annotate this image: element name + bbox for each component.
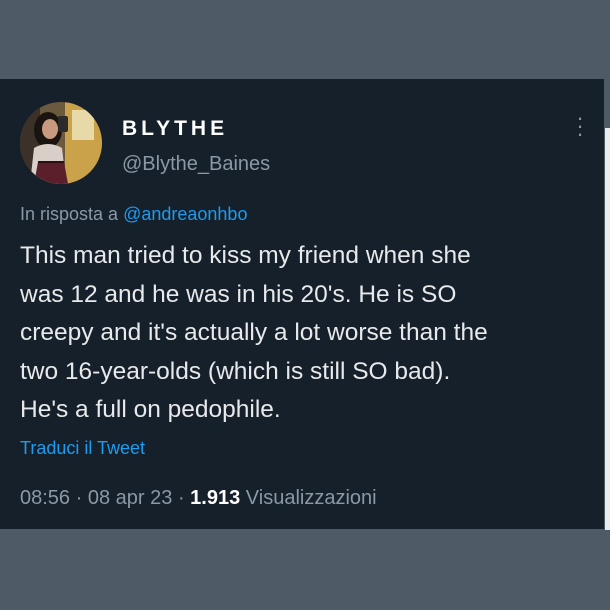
reply-mention-link[interactable]: @andreaonhbo [123, 204, 247, 224]
user-handle[interactable]: @Blythe_Baines [122, 151, 270, 177]
tweet-metadata: 08:56 · 08 apr 23 · 1.913 Visualizzazion… [20, 485, 377, 511]
translate-tweet-link[interactable]: Traduci il Tweet [20, 436, 145, 460]
views-label: Visualizzazioni [245, 487, 377, 509]
reply-context: In risposta a @andreaonhbo [20, 202, 247, 226]
tweet-date[interactable]: 08 apr 23 [88, 487, 173, 509]
tweet-time[interactable]: 08:56 [20, 487, 70, 509]
separator: · [177, 487, 185, 509]
tweet-text-line: two 16-year-olds (which is still SO bad)… [20, 357, 451, 385]
tweet-text-line: creepy and it's actually a lot worse tha… [20, 319, 488, 346]
avatar-image [20, 102, 102, 184]
separator: · [75, 487, 83, 509]
tweet-text-line: This man tried to kiss my friend when sh… [20, 242, 471, 269]
avatar[interactable] [20, 102, 102, 184]
tweet-text-line: was 12 and he was in his 20's. He is SO [20, 280, 457, 308]
display-name[interactable]: BLYTHE [122, 117, 228, 141]
scrollbar[interactable] [605, 128, 610, 530]
reply-prefix: In risposta a [20, 204, 119, 224]
tweet-text-line: He's a full on pedophile. [20, 396, 281, 423]
more-vertical-icon[interactable]: · · · [570, 107, 590, 145]
tweet-text: This man tried to kiss my friend when sh… [20, 237, 595, 430]
views-count: 1.913 [190, 487, 241, 509]
